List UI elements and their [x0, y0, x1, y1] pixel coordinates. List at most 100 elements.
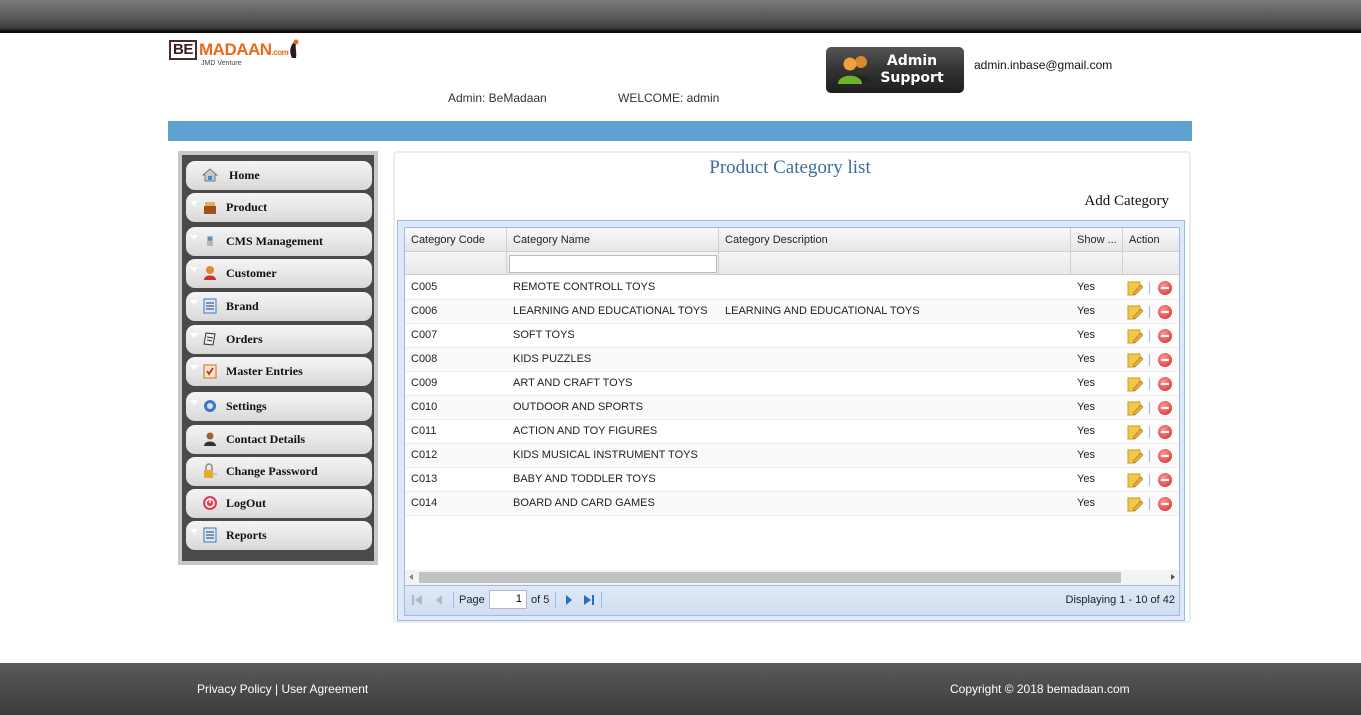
- cell-code: C008: [411, 353, 438, 365]
- top-bar: [0, 0, 1361, 33]
- sidebar-item-cms-management[interactable]: CMS Management: [186, 227, 372, 256]
- edit-icon[interactable]: [1127, 329, 1143, 344]
- edit-icon[interactable]: [1127, 353, 1143, 368]
- sidebar-item-change-password[interactable]: Change Password: [186, 457, 372, 486]
- table-row[interactable]: C014 BOARD AND CARD GAMES Yes: [405, 492, 1179, 516]
- sidebar-item-settings[interactable]: Settings: [186, 392, 372, 421]
- edit-icon[interactable]: [1127, 377, 1143, 392]
- user-agreement-link[interactable]: User Agreement: [282, 682, 369, 696]
- sidebar-item-orders[interactable]: Orders: [186, 325, 372, 354]
- scroll-right-icon[interactable]: [1171, 574, 1175, 580]
- delete-icon[interactable]: [1158, 353, 1172, 367]
- edit-icon[interactable]: [1127, 305, 1143, 320]
- table-row[interactable]: C008 KIDS PUZZLES Yes: [405, 348, 1179, 372]
- edit-icon[interactable]: [1127, 425, 1143, 440]
- delete-icon[interactable]: [1158, 401, 1172, 415]
- delete-icon[interactable]: [1158, 497, 1172, 511]
- expand-arrow-icon[interactable]: [190, 365, 198, 370]
- logo-tagline: JMD Venture: [201, 60, 242, 67]
- add-category-button[interactable]: Add Category: [1084, 193, 1169, 210]
- horizontal-scrollbar[interactable]: [405, 570, 1179, 585]
- cell-code: C009: [411, 377, 438, 389]
- sidebar-item-label: Contact Details: [226, 432, 305, 446]
- cell-show: Yes: [1077, 425, 1095, 437]
- filter-cell-description: [719, 252, 1071, 275]
- expand-arrow-icon[interactable]: [190, 267, 198, 272]
- last-page-icon[interactable]: [583, 594, 595, 606]
- cell-code: C014: [411, 497, 438, 509]
- footer-links: Privacy Policy | User Agreement: [197, 682, 368, 696]
- table-row[interactable]: C007 SOFT TOYS Yes: [405, 324, 1179, 348]
- sidebar-item-contact-details[interactable]: Contact Details: [186, 425, 372, 454]
- action-separator: [1149, 426, 1150, 438]
- table-row[interactable]: C011 ACTION AND TOY FIGURES Yes: [405, 420, 1179, 444]
- sidebar-item-logout[interactable]: LogOut: [186, 489, 372, 518]
- table-row[interactable]: C009 ART AND CRAFT TOYS Yes: [405, 372, 1179, 396]
- grid-filter-row: [405, 252, 1179, 275]
- edit-icon[interactable]: [1127, 401, 1143, 416]
- support-people-icon: [838, 56, 871, 84]
- delete-icon[interactable]: [1158, 449, 1172, 463]
- table-row[interactable]: C006 LEARNING AND EDUCATIONAL TOYS LEARNIN…: [405, 300, 1179, 324]
- previous-page-icon[interactable]: [433, 594, 445, 606]
- column-header-name[interactable]: Category Name: [507, 228, 719, 252]
- edit-icon[interactable]: [1127, 281, 1143, 296]
- scroll-left-icon[interactable]: [409, 574, 413, 580]
- cell-description: LEARNING AND EDUCATIONAL TOYS: [725, 305, 920, 317]
- delete-icon[interactable]: [1158, 329, 1172, 343]
- cell-show: Yes: [1077, 281, 1095, 293]
- cell-name: REMOTE CONTROLL TOYS: [513, 281, 656, 293]
- sidebar-item-reports[interactable]: Reports: [186, 521, 372, 550]
- cell-show: Yes: [1077, 377, 1095, 389]
- cell-name: KIDS MUSICAL INSTRUMENT TOYS: [513, 449, 698, 461]
- display-count: Displaying 1 - 10 of 42: [1065, 594, 1175, 606]
- edit-icon[interactable]: [1127, 497, 1143, 512]
- cell-description: [719, 348, 1071, 371]
- expand-arrow-icon[interactable]: [190, 235, 198, 240]
- edit-icon[interactable]: [1127, 449, 1143, 464]
- cell-description: [719, 468, 1071, 491]
- column-header-show[interactable]: Show ...: [1071, 228, 1123, 252]
- admin-support-button[interactable]: Admin Support: [826, 47, 964, 93]
- edit-icon[interactable]: [1127, 473, 1143, 488]
- sidebar-item-brand[interactable]: Brand: [186, 292, 372, 321]
- report-list-icon: [203, 527, 217, 543]
- column-header-action[interactable]: Action: [1123, 228, 1179, 252]
- delete-icon[interactable]: [1158, 281, 1172, 295]
- delete-icon[interactable]: [1158, 473, 1172, 487]
- admin-name: Admin: BeMadaan: [448, 91, 547, 105]
- expand-arrow-icon[interactable]: [190, 300, 198, 305]
- action-separator: [1149, 498, 1150, 510]
- sidebar-item-home[interactable]: Home: [186, 161, 372, 190]
- action-separator: [1149, 402, 1150, 414]
- delete-icon[interactable]: [1158, 305, 1172, 319]
- sidebar-item-customer[interactable]: Customer: [186, 259, 372, 288]
- cell-name: KIDS PUZZLES: [513, 353, 592, 365]
- expand-arrow-icon[interactable]: [190, 400, 198, 405]
- checklist-icon: [203, 364, 217, 379]
- sidebar-item-product[interactable]: Product: [186, 193, 372, 222]
- page-number-input[interactable]: 1: [489, 590, 527, 609]
- bemadaan-logo[interactable]: BE MADAAN.com JMD Venture: [169, 38, 304, 72]
- first-page-icon[interactable]: [411, 594, 423, 606]
- expand-arrow-icon[interactable]: [190, 333, 198, 338]
- category-name-filter-input[interactable]: [509, 255, 717, 273]
- privacy-policy-link[interactable]: Privacy Policy: [197, 682, 272, 696]
- action-separator: [1149, 354, 1150, 366]
- cell-name: LEARNING AND EDUCATIONAL TOYS: [513, 305, 708, 317]
- expand-arrow-icon[interactable]: [190, 529, 198, 534]
- cell-description: [719, 396, 1071, 419]
- table-row[interactable]: C013 BABY AND TODDLER TOYS Yes: [405, 468, 1179, 492]
- sidebar-item-master-entries[interactable]: Master Entries: [186, 357, 372, 386]
- cell-name: SOFT TOYS: [513, 329, 575, 341]
- scrollbar-thumb[interactable]: [419, 572, 1121, 583]
- column-header-code[interactable]: Category Code: [405, 228, 507, 252]
- column-header-description[interactable]: Category Description: [719, 228, 1071, 252]
- table-row[interactable]: C010 OUTDOOR AND SPORTS Yes: [405, 396, 1179, 420]
- expand-arrow-icon[interactable]: [190, 201, 198, 206]
- table-row[interactable]: C012 KIDS MUSICAL INSTRUMENT TOYS Yes: [405, 444, 1179, 468]
- delete-icon[interactable]: [1158, 425, 1172, 439]
- delete-icon[interactable]: [1158, 377, 1172, 391]
- table-row[interactable]: C005 REMOTE CONTROLL TOYS Yes: [405, 276, 1179, 300]
- next-page-icon[interactable]: [563, 594, 575, 606]
